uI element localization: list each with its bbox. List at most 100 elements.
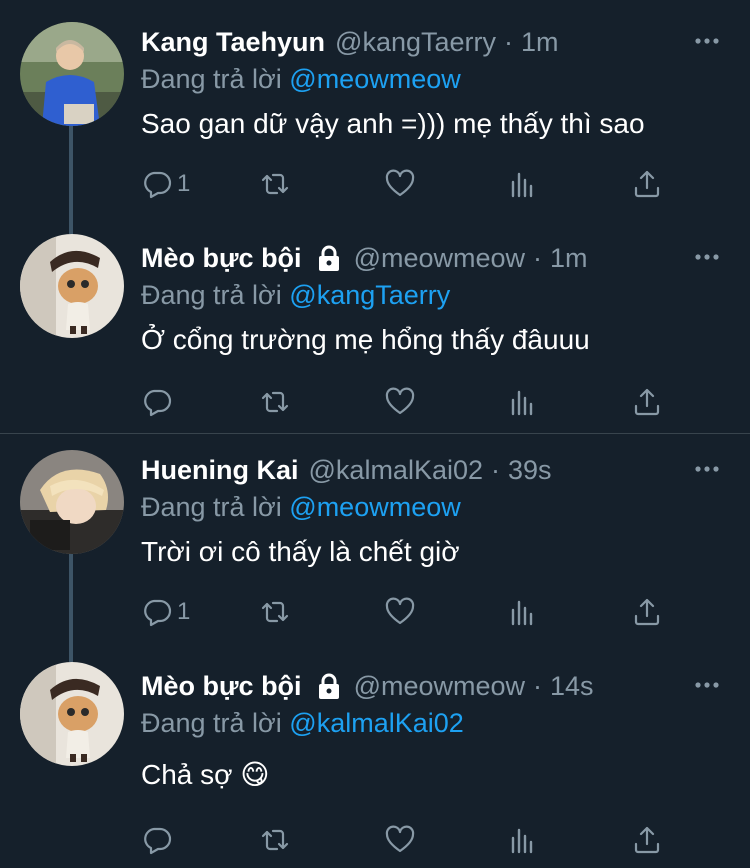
cat-in-hat-avatar <box>20 234 124 338</box>
analytics-icon <box>511 828 533 854</box>
analytics-button[interactable] <box>507 592 539 632</box>
mention-link[interactable]: @kangTaerry <box>289 280 450 310</box>
tweet-thread: Kang Taehyun @kangTaerry · 1m Đang trả l… <box>0 0 750 868</box>
share-icon <box>634 826 660 854</box>
reply-button[interactable] <box>141 820 177 860</box>
tweet-actions: 1 <box>141 592 681 632</box>
reply-icon <box>144 827 172 855</box>
replying-to: Đang trả lời @kalmalKai02 <box>141 706 464 740</box>
avatar[interactable] <box>20 450 124 554</box>
like-button[interactable] <box>384 164 416 204</box>
reply-icon <box>144 171 172 199</box>
retweet-icon <box>261 829 289 851</box>
share-icon <box>634 170 660 198</box>
avatar[interactable] <box>20 662 124 766</box>
reply-button[interactable]: 1 <box>141 164 190 204</box>
timestamp[interactable]: 14s <box>550 671 594 702</box>
separator-dot: · <box>533 242 543 273</box>
share-icon <box>634 598 660 626</box>
tweet-header: Kang Taehyun @kangTaerry · 1m <box>141 22 660 62</box>
replying-to-label: Đang trả lời <box>141 64 282 94</box>
reply-button[interactable] <box>141 382 177 422</box>
analytics-button[interactable] <box>507 820 539 860</box>
reply-icon <box>144 389 172 417</box>
tweet[interactable]: Kang Taehyun @kangTaerry · 1m Đang trả l… <box>0 0 750 234</box>
separator-dot: · <box>491 454 501 485</box>
share-button[interactable] <box>631 592 663 632</box>
tweet-header: Mèo bực bội @meowmeow · 14s <box>141 666 660 706</box>
replying-to: Đang trả lời @kangTaerry <box>141 278 450 312</box>
analytics-button[interactable] <box>507 164 539 204</box>
separator-dot: · <box>504 26 514 57</box>
analytics-icon <box>511 600 533 626</box>
replying-to: Đang trả lời @meowmeow <box>141 62 461 96</box>
user-handle[interactable]: @meowmeow <box>354 671 525 702</box>
person-blue-sweater-avatar <box>20 22 124 126</box>
share-button[interactable] <box>631 382 663 422</box>
timestamp[interactable]: 1m <box>550 243 588 274</box>
mention-link[interactable]: @kalmalKai02 <box>289 708 464 738</box>
retweet-button[interactable] <box>259 820 291 860</box>
like-button[interactable] <box>384 820 416 860</box>
retweet-button[interactable] <box>259 382 291 422</box>
display-name[interactable]: Mèo bực bội <box>141 243 302 274</box>
retweet-icon <box>261 173 289 195</box>
like-icon <box>385 825 415 853</box>
timestamp[interactable]: 1m <box>521 27 559 58</box>
reply-count: 1 <box>177 598 191 625</box>
tweet-actions: 1 <box>141 164 681 204</box>
cat-in-hat-avatar <box>20 662 124 766</box>
like-icon <box>385 597 415 625</box>
tweet-text: Trời ơi cô thấy là chết giờ <box>141 536 460 567</box>
tweet-text: Chả sợ 😋 <box>141 759 270 790</box>
mention-link[interactable]: @meowmeow <box>289 64 460 94</box>
tweet-actions <box>141 382 681 422</box>
tweet[interactable]: Mèo bực bội @meowmeow · 1m Đang trả lời … <box>0 216 750 434</box>
more-icon[interactable] <box>692 670 722 700</box>
reply-button[interactable]: 1 <box>141 592 190 632</box>
display-name[interactable]: Huening Kai <box>141 455 299 486</box>
analytics-icon <box>511 390 533 416</box>
retweet-icon <box>261 601 289 623</box>
like-icon <box>385 387 415 415</box>
retweet-icon <box>261 391 289 413</box>
replying-to-label: Đang trả lời <box>141 492 282 522</box>
tweet-text: Sao gan dữ vậy anh =))) mẹ thấy thì sao <box>141 108 645 139</box>
blond-person-avatar <box>20 450 124 554</box>
more-icon[interactable] <box>692 26 722 56</box>
more-icon[interactable] <box>692 454 722 484</box>
tweet-text: Ở cổng trường mẹ hổng thấy đâuuu <box>141 324 590 355</box>
replying-to-label: Đang trả lời <box>141 708 282 738</box>
separator-dot: · <box>533 670 543 701</box>
more-icon[interactable] <box>692 242 722 272</box>
replying-to-label: Đang trả lời <box>141 280 282 310</box>
timestamp[interactable]: 39s <box>508 455 552 486</box>
share-button[interactable] <box>631 164 663 204</box>
tweet[interactable]: Mèo bực bội @meowmeow · 14s Đang trả lời… <box>0 644 750 868</box>
user-handle[interactable]: @kangTaerry <box>335 27 496 58</box>
analytics-icon <box>511 172 533 198</box>
share-button[interactable] <box>631 820 663 860</box>
like-button[interactable] <box>384 592 416 632</box>
mention-link[interactable]: @meowmeow <box>289 492 460 522</box>
replying-to: Đang trả lời @meowmeow <box>141 490 461 524</box>
reply-icon <box>144 599 172 627</box>
display-name[interactable]: Mèo bực bội <box>141 671 302 702</box>
retweet-button[interactable] <box>259 164 291 204</box>
share-icon <box>634 388 660 416</box>
user-handle[interactable]: @meowmeow <box>354 243 525 274</box>
like-icon <box>385 169 415 197</box>
like-button[interactable] <box>384 382 416 422</box>
avatar[interactable] <box>20 234 124 338</box>
avatar[interactable] <box>20 22 124 126</box>
user-handle[interactable]: @kalmalKai02 <box>309 455 484 486</box>
tweet-actions <box>141 820 681 860</box>
display-name[interactable]: Kang Taehyun <box>141 27 325 58</box>
retweet-button[interactable] <box>259 592 291 632</box>
tweet-header: Mèo bực bội @meowmeow · 1m <box>141 238 660 278</box>
lock-icon <box>318 245 339 271</box>
tweet[interactable]: Huening Kai @kalmalKai02 · 39s Đang trả … <box>0 428 750 662</box>
reply-count: 1 <box>177 170 191 197</box>
analytics-button[interactable] <box>507 382 539 422</box>
lock-icon <box>318 673 339 699</box>
